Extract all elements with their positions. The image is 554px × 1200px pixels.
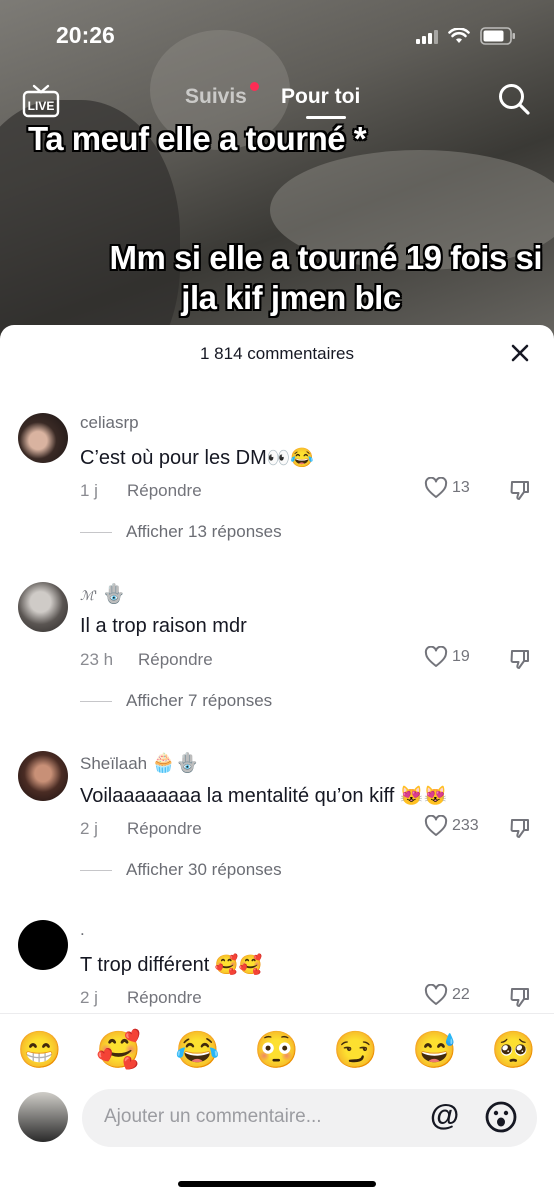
comment-text: T trop différent 🥰🥰 <box>80 953 262 977</box>
comment-emoji: 🥰🥰 <box>214 955 263 976</box>
username-emoji: 🧁🪬 <box>151 753 200 774</box>
divider-line <box>80 869 112 871</box>
dislike-icon[interactable] <box>509 817 531 839</box>
search-icon[interactable] <box>497 82 531 116</box>
comment-text-body: Voilaaaaaaaa la mentalité qu’on kiff <box>80 785 395 807</box>
comment-emoji: 👀😂 <box>266 448 315 469</box>
smiley-icon[interactable] <box>484 1100 518 1134</box>
comment-time: 23 h <box>80 650 114 669</box>
avatar[interactable] <box>18 413 68 463</box>
view-replies-button[interactable]: Afficher 7 réponses <box>80 691 272 711</box>
status-icons <box>416 27 516 45</box>
reply-button[interactable]: Répondre <box>127 988 202 1008</box>
emoji-button[interactable]: 😂 <box>158 1028 237 1072</box>
view-replies-button[interactable]: Afficher 30 réponses <box>80 860 282 880</box>
like-count: 19 <box>452 648 470 665</box>
view-replies-label: Afficher 30 réponses <box>126 860 282 879</box>
comment-time: 2 j <box>80 988 98 1007</box>
reply-button[interactable]: Répondre <box>127 481 202 501</box>
divider-line <box>80 531 112 533</box>
comment-input-placeholder: Ajouter un commentaire... <box>104 1106 322 1127</box>
home-indicator <box>178 1181 376 1187</box>
comment-text-body: T trop différent <box>80 954 210 976</box>
comment-emoji: 😻😻 <box>399 786 448 807</box>
avatar[interactable] <box>18 920 68 970</box>
like-count: 233 <box>452 817 479 834</box>
username-emoji: 🪬 <box>102 584 126 605</box>
like-button[interactable]: 233 <box>424 815 479 837</box>
notification-dot <box>250 82 259 91</box>
emoji-button[interactable]: 🥺 <box>474 1028 553 1072</box>
caption-line-2: jla kif jmen blc <box>181 279 401 316</box>
comment-username[interactable]: ℳ' 🪬 <box>80 582 126 606</box>
caption-line-1: Mm si elle a tourné 19 fois si <box>109 239 543 276</box>
like-button[interactable]: 22 <box>424 984 470 1006</box>
comment-text: C’est où pour les DM👀😂 <box>80 446 314 470</box>
status-time: 20:26 <box>56 22 115 48</box>
comment-time: 2 j <box>80 819 98 838</box>
divider-line <box>80 700 112 702</box>
user-avatar[interactable] <box>18 1092 68 1142</box>
comment-time: 1 j <box>80 481 98 500</box>
heart-icon <box>424 477 448 498</box>
quick-emoji-bar: 😁 🥰 😂 😳 😏 😅 🥺 <box>0 1028 554 1072</box>
view-replies-label: Afficher 13 réponses <box>126 522 282 541</box>
comment-text: Voilaaaaaaaa la mentalité qu’on kiff 😻😻 <box>80 784 447 808</box>
top-tabs: Suivis Pour toi <box>0 82 554 119</box>
comment-text: Il a trop raison mdr <box>80 615 247 637</box>
emoji-button[interactable]: 😅 <box>395 1028 474 1072</box>
avatar[interactable] <box>18 582 68 632</box>
emoji-button[interactable]: 😳 <box>237 1028 316 1072</box>
comment-input[interactable]: Ajouter un commentaire... @ <box>82 1089 537 1147</box>
username-text: Sheïlaah <box>80 754 148 773</box>
signal-icon <box>416 29 438 44</box>
battery-icon <box>480 27 515 45</box>
tab-for-you[interactable]: Pour toi <box>281 85 360 109</box>
comment-username[interactable]: Sheïlaah 🧁🪬 <box>80 751 199 775</box>
emoji-button[interactable]: 😏 <box>316 1028 395 1072</box>
dislike-icon[interactable] <box>509 479 531 501</box>
like-count: 13 <box>452 479 470 496</box>
active-tab-indicator <box>306 116 346 119</box>
divider <box>0 1013 554 1014</box>
view-replies-label: Afficher 7 réponses <box>126 691 273 710</box>
dislike-icon[interactable] <box>509 986 531 1008</box>
heart-icon <box>424 646 448 667</box>
like-button[interactable]: 19 <box>424 646 470 668</box>
wifi-icon <box>448 28 470 43</box>
tab-following[interactable]: Suivis <box>185 85 247 109</box>
comment-username[interactable]: celiasrp <box>80 413 139 433</box>
mention-button[interactable]: @ <box>430 1099 459 1133</box>
view-replies-button[interactable]: Afficher 13 réponses <box>80 522 282 542</box>
dislike-icon[interactable] <box>509 648 531 670</box>
video-caption-top: Ta meuf elle a tourné * <box>28 120 367 157</box>
emoji-button[interactable]: 🥰 <box>79 1028 158 1072</box>
comments-count-title: 1 814 commentaires <box>199 344 355 363</box>
like-button[interactable]: 13 <box>424 477 470 499</box>
heart-icon <box>424 984 448 1005</box>
comment-text-body: C’est où pour les DM <box>80 447 267 469</box>
close-icon[interactable] <box>510 343 530 363</box>
reply-button[interactable]: Répondre <box>138 650 213 670</box>
heart-icon <box>424 815 448 836</box>
video-caption-bottom: Mm si elle a tourné 19 fois si jla kif j… <box>0 238 554 318</box>
emoji-button[interactable]: 😁 <box>0 1028 79 1072</box>
comment-username[interactable]: . <box>80 920 85 940</box>
avatar[interactable] <box>18 751 68 801</box>
reply-button[interactable]: Répondre <box>127 819 202 839</box>
username-text: ℳ' <box>80 589 98 604</box>
comment-composer: Ajouter un commentaire... @ <box>0 1089 554 1152</box>
like-count: 22 <box>452 986 470 1003</box>
